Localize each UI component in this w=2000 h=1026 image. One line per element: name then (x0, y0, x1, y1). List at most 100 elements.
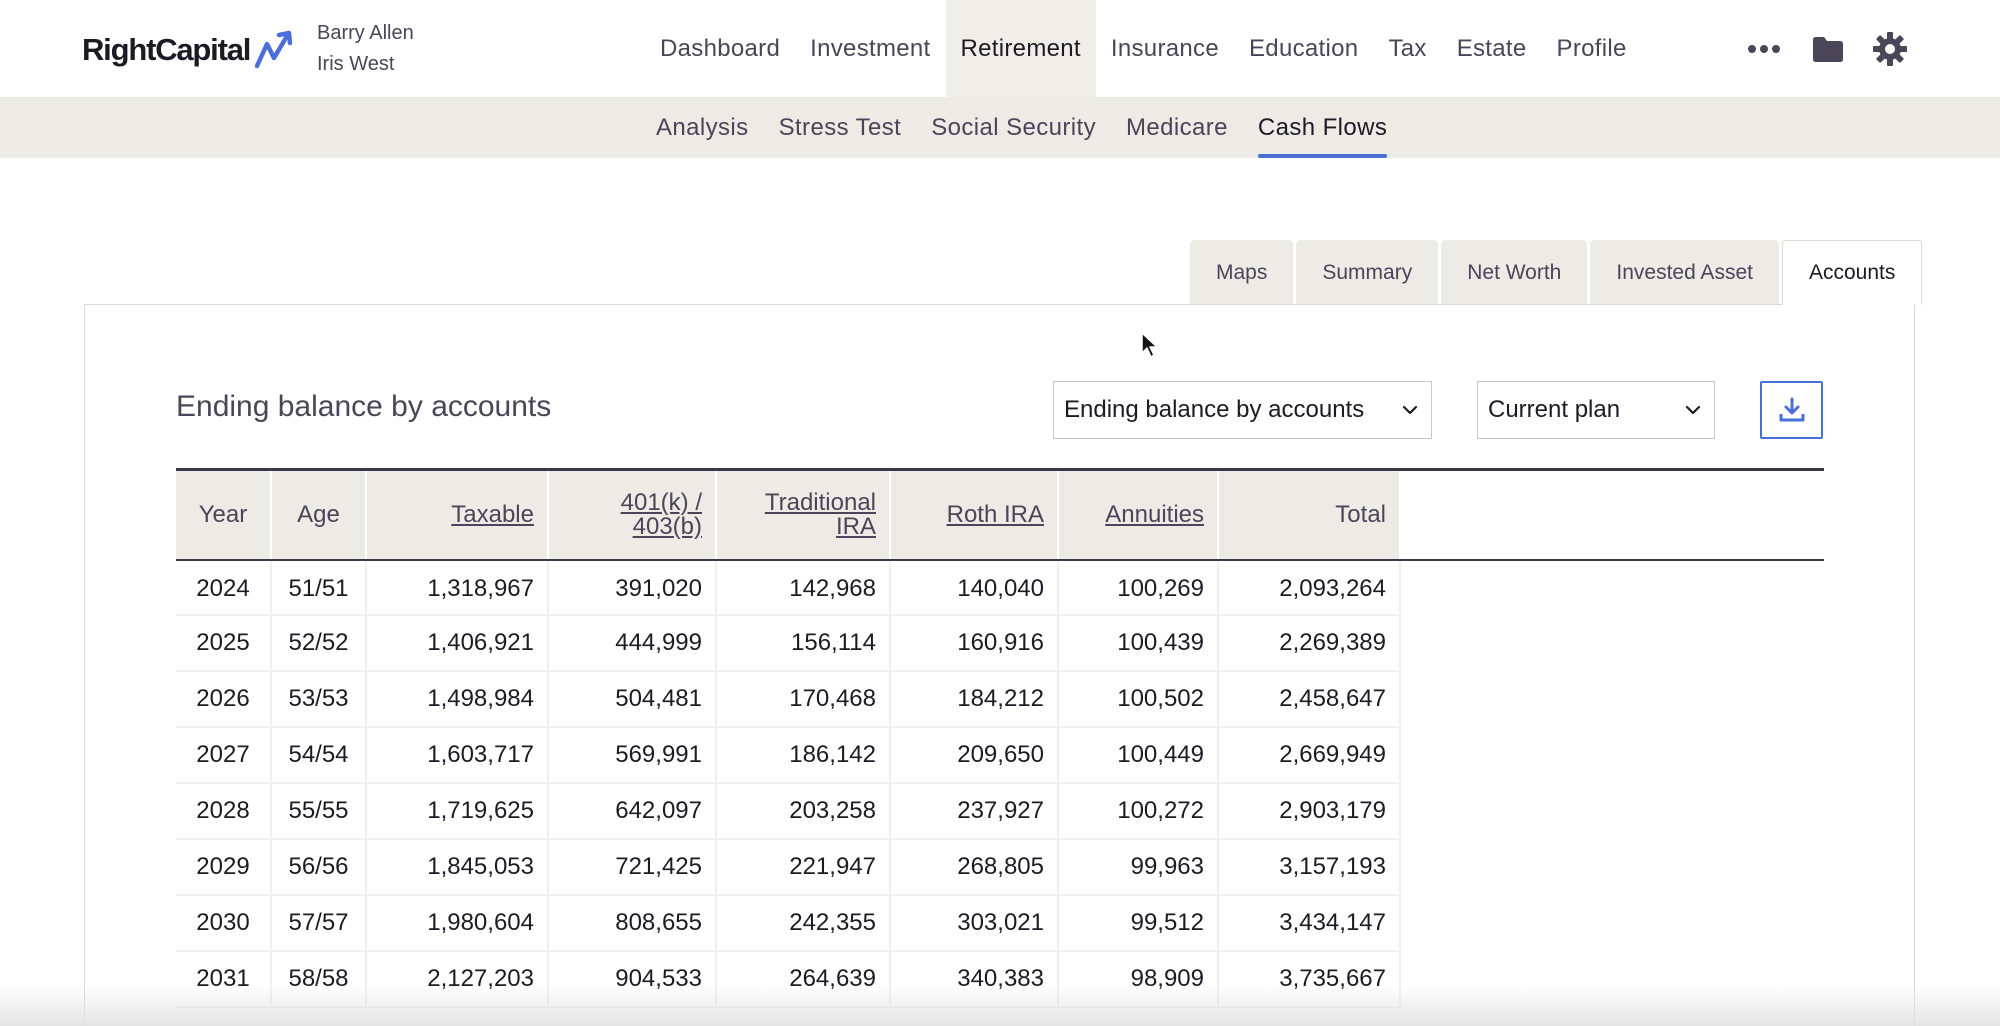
logo[interactable]: RightCapital (82, 28, 296, 72)
subnav-analysis[interactable]: Analysis (641, 97, 764, 158)
cell-401k: 444,999 (548, 615, 717, 672)
cell-roth-ira: 303,021 (890, 895, 1059, 952)
view-tabs: Maps Summary Net Worth Invested Asset Ac… (1190, 240, 1923, 305)
cell-total: 2,093,264 (1218, 559, 1401, 616)
subnav-medicare[interactable]: Medicare (1111, 97, 1243, 158)
cell-total: 2,458,647 (1218, 671, 1401, 728)
subnav-social-security[interactable]: Social Security (916, 97, 1111, 158)
col-age-header: Age (271, 471, 367, 559)
nav-tax[interactable]: Tax (1373, 0, 1441, 97)
tab-maps[interactable]: Maps (1190, 240, 1294, 305)
view-select[interactable]: Ending balance by accounts (1053, 381, 1432, 439)
table-row: 2028 55/55 1,719,625 642,097 203,258 237,927 1… (176, 783, 1401, 840)
cell-annuities: 100,449 (1058, 727, 1219, 784)
tab-net-worth[interactable]: Net Worth (1441, 240, 1588, 305)
cell-age: 57/57 (271, 895, 367, 952)
cell-annuities: 99,512 (1058, 895, 1219, 952)
sub-nav: Analysis Stress Test Social Security Med… (0, 97, 2000, 158)
tab-summary[interactable]: Summary (1296, 240, 1439, 305)
cell-taxable: 1,318,967 (366, 559, 549, 616)
col-401k-header[interactable]: 401(k) / 403(b) (548, 471, 717, 559)
nav-insurance[interactable]: Insurance (1096, 0, 1234, 97)
gear-icon[interactable] (1871, 30, 1909, 68)
cell-401k: 808,655 (548, 895, 717, 952)
cell-total: 3,434,147 (1218, 895, 1401, 952)
nav-investment[interactable]: Investment (795, 0, 945, 97)
cell-annuities: 100,439 (1058, 615, 1219, 672)
cell-total: 2,669,949 (1218, 727, 1401, 784)
cell-annuities: 99,963 (1058, 839, 1219, 896)
col-year-header: Year (176, 471, 272, 559)
cell-age: 51/51 (271, 559, 367, 616)
col-traditional-ira-header[interactable]: Traditional IRA (716, 471, 891, 559)
table-row: 2027 54/54 1,603,717 569,991 186,142 209,650 1… (176, 727, 1401, 784)
cell-year: 2024 (176, 559, 272, 616)
chevron-down-icon (1402, 405, 1418, 415)
table-row: 2024 51/51 1,318,967 391,020 142,968 140,040 1… (176, 559, 1401, 616)
cell-roth-ira: 140,040 (890, 559, 1059, 616)
top-bar: RightCapital Barry Allen Iris West Dashb… (0, 0, 2000, 97)
table-row: 2025 52/52 1,406,921 444,999 156,114 160,916 1… (176, 615, 1401, 672)
logo-arrow-icon (254, 30, 293, 69)
cell-401k: 721,425 (548, 839, 717, 896)
cell-roth-ira: 160,916 (890, 615, 1059, 672)
cell-total: 2,269,389 (1218, 615, 1401, 672)
cell-roth-ira: 237,927 (890, 783, 1059, 840)
table-row: 2026 53/53 1,498,984 504,481 170,468 184,212 1… (176, 671, 1401, 728)
col-annuities-header[interactable]: Annuities (1058, 471, 1219, 559)
download-icon (1779, 397, 1804, 422)
mouse-cursor-icon (1141, 332, 1158, 358)
col-taxable-header[interactable]: Taxable (366, 471, 549, 559)
col-total-header: Total (1218, 471, 1401, 559)
section-title: Ending balance by accounts (176, 390, 552, 423)
nav-profile[interactable]: Profile (1542, 0, 1642, 97)
cell-taxable: 1,980,604 (366, 895, 549, 952)
cell-annuities: 100,269 (1058, 559, 1219, 616)
tab-accounts[interactable]: Accounts (1781, 240, 1923, 305)
nav-estate[interactable]: Estate (1442, 0, 1542, 97)
cell-year: 2027 (176, 727, 272, 784)
cell-age: 56/56 (271, 839, 367, 896)
cell-year: 2025 (176, 615, 272, 672)
cell-traditional-ira: 170,468 (716, 671, 891, 728)
main-nav: Dashboard Investment Retirement Insuranc… (645, 0, 1642, 97)
download-button[interactable] (1760, 381, 1823, 439)
cell-annuities: 100,502 (1058, 671, 1219, 728)
subnav-cash-flows[interactable]: Cash Flows (1243, 97, 1402, 158)
col-roth-ira-header[interactable]: Roth IRA (890, 471, 1059, 559)
cell-annuities: 100,272 (1058, 783, 1219, 840)
nav-education[interactable]: Education (1234, 0, 1373, 97)
subnav-stress-test[interactable]: Stress Test (764, 97, 917, 158)
cell-traditional-ira: 203,258 (716, 783, 891, 840)
cell-age: 55/55 (271, 783, 367, 840)
cell-traditional-ira: 186,142 (716, 727, 891, 784)
cell-year: 2026 (176, 671, 272, 728)
plan-select[interactable]: Current plan (1477, 381, 1715, 439)
cell-taxable: 1,719,625 (366, 783, 549, 840)
cell-roth-ira: 184,212 (890, 671, 1059, 728)
cell-roth-ira: 268,805 (890, 839, 1059, 896)
folder-icon[interactable] (1810, 30, 1846, 68)
cell-traditional-ira: 156,114 (716, 615, 891, 672)
table-row: 2029 56/56 1,845,053 721,425 221,947 268,805 9… (176, 839, 1401, 896)
table-header-row: Year Age Taxable 401(k) / 403(b) Traditi… (176, 471, 1401, 559)
chevron-down-icon (1685, 405, 1701, 415)
nav-retirement[interactable]: Retirement (945, 0, 1096, 97)
cell-401k: 569,991 (548, 727, 717, 784)
cell-year: 2028 (176, 783, 272, 840)
more-icon[interactable] (1745, 30, 1783, 68)
cell-401k: 504,481 (548, 671, 717, 728)
view-select-value: Ending balance by accounts (1064, 396, 1365, 423)
plan-select-value: Current plan (1488, 396, 1621, 423)
cell-401k: 391,020 (548, 559, 717, 616)
client-name-2: Iris West (317, 53, 395, 75)
cell-age: 54/54 (271, 727, 367, 784)
tab-invested-asset[interactable]: Invested Asset (1590, 240, 1779, 305)
cell-total: 2,903,179 (1218, 783, 1401, 840)
client-name-1: Barry Allen (317, 22, 414, 44)
cell-year: 2030 (176, 895, 272, 952)
cell-traditional-ira: 142,968 (716, 559, 891, 616)
nav-dashboard[interactable]: Dashboard (645, 0, 795, 97)
cell-roth-ira: 209,650 (890, 727, 1059, 784)
table-row: 2030 57/57 1,980,604 808,655 242,355 303,021 9… (176, 895, 1401, 952)
